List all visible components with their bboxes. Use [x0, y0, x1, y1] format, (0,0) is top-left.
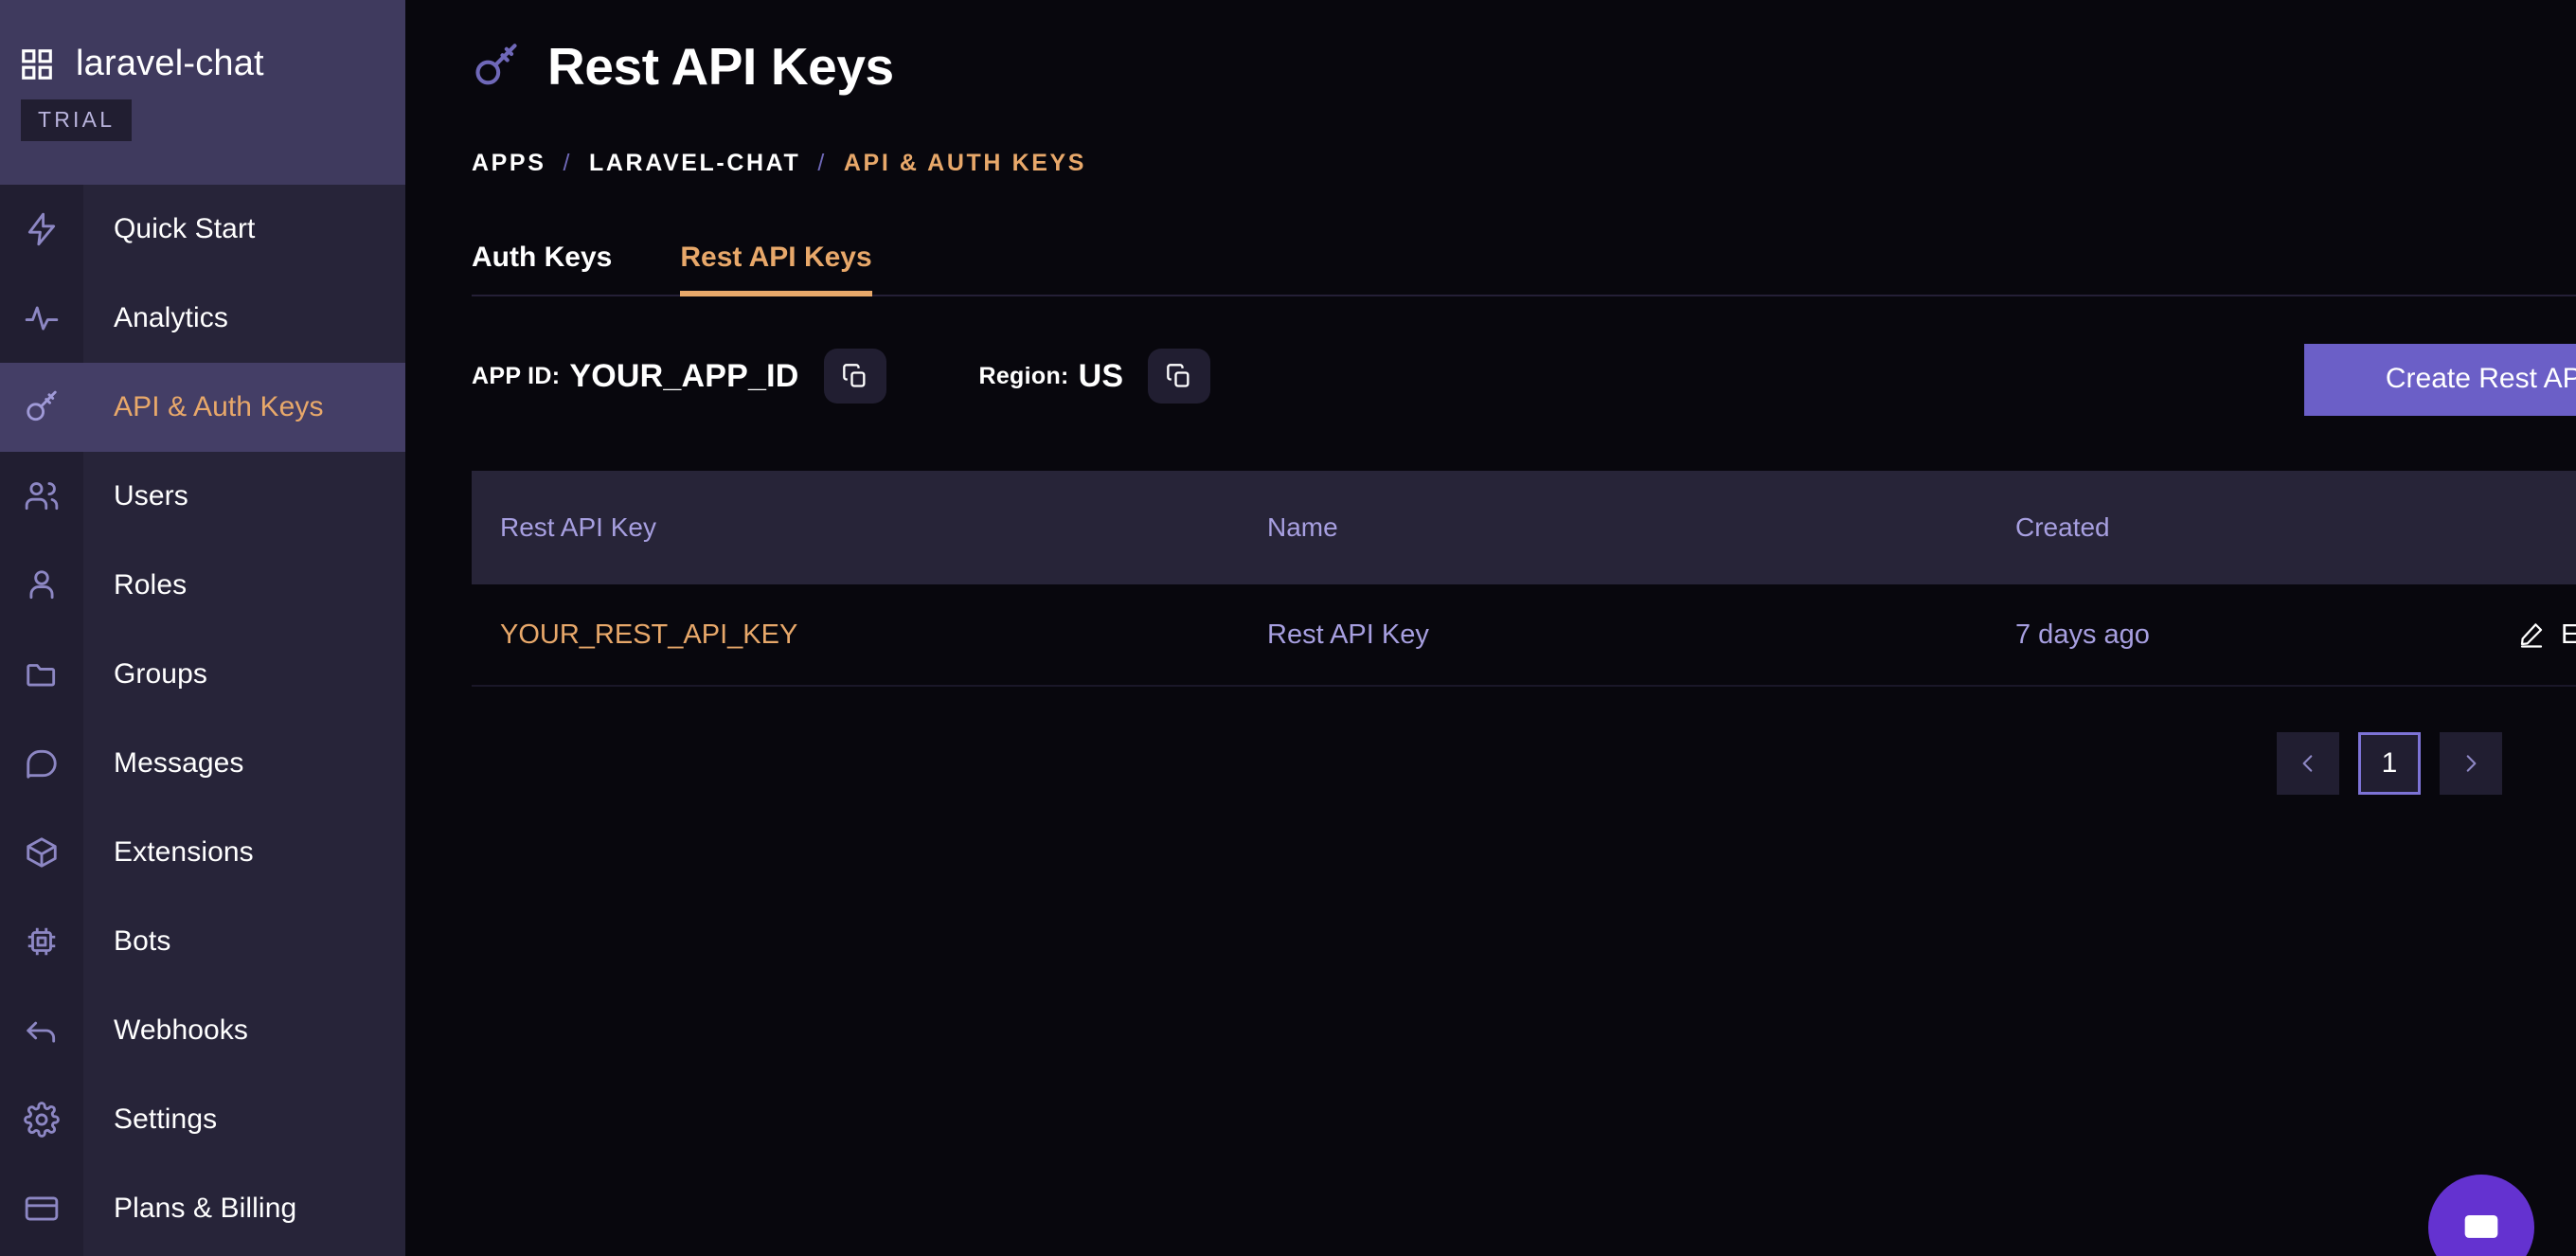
sidebar-item-label: Settings [114, 1103, 218, 1135]
sidebar-item-label: Bots [114, 925, 171, 957]
sidebar-item-api-auth-keys[interactable]: API & Auth Keys [0, 363, 405, 452]
cell-rest-api-key[interactable]: YOUR_REST_API_KEY [500, 619, 1267, 651]
table-row: YOUR_REST_API_KEY Rest API Key 7 days ag… [472, 584, 2576, 687]
brand-name: laravel-chat [76, 44, 264, 83]
cell-created: 7 days ago [2015, 619, 2150, 650]
sidebar-item-label: Quick Start [114, 213, 256, 244]
tab-auth-keys[interactable]: Auth Keys [472, 242, 612, 295]
key-icon [472, 42, 521, 91]
message-icon [0, 745, 83, 781]
tab-bar: Auth Keys Rest API Keys [472, 242, 2576, 296]
pagination-prev-button[interactable] [2277, 732, 2339, 795]
key-icon [0, 389, 83, 425]
sidebar: laravel-chat TRIAL Quick Start Analytics [0, 0, 405, 1256]
column-header-key: Rest API Key [500, 512, 656, 542]
breadcrumb-separator: / [563, 150, 573, 176]
sidebar-item-label: Webhooks [114, 1014, 248, 1046]
page-title: Rest API Keys [547, 37, 894, 96]
chat-bubble-icon [2457, 1203, 2506, 1252]
edit-label: Edit [2561, 619, 2576, 650]
pagination-next-button[interactable] [2440, 732, 2502, 795]
copy-app-id-button[interactable] [823, 349, 886, 404]
app-id-label: APP ID: [472, 362, 561, 389]
sidebar-brand[interactable]: laravel-chat TRIAL [0, 0, 405, 185]
gear-icon [0, 1102, 83, 1138]
users-icon [0, 478, 83, 514]
trial-badge: TRIAL [21, 99, 133, 141]
rest-api-keys-table: Rest API Key Name Created YOUR_REST_API_… [472, 471, 2576, 687]
breadcrumb-item-apps[interactable]: APPS [472, 150, 546, 177]
table-header: Rest API Key Name Created [472, 471, 2576, 584]
meta-row: APP ID: YOUR_APP_ID Region: US Create Re… [472, 344, 2576, 416]
sidebar-item-extensions[interactable]: Extensions [0, 808, 405, 897]
copy-icon [842, 363, 868, 389]
sidebar-item-label: Analytics [114, 302, 228, 333]
chat-widget-button[interactable] [2428, 1175, 2534, 1256]
app-id-value: YOUR_APP_ID [569, 357, 799, 394]
breadcrumb-item-current[interactable]: API & AUTH KEYS [844, 150, 1086, 177]
sidebar-item-label: API & Auth Keys [114, 391, 324, 422]
sidebar-item-quick-start[interactable]: Quick Start [0, 185, 405, 274]
sidebar-item-label: Extensions [114, 836, 254, 868]
sidebar-item-webhooks[interactable]: Webhooks [0, 986, 405, 1075]
sidebar-item-messages[interactable]: Messages [0, 719, 405, 808]
sidebar-item-plans-billing[interactable]: Plans & Billing [0, 1164, 405, 1253]
create-rest-api-key-button[interactable]: Create Rest API Key [2303, 344, 2576, 416]
sidebar-item-label: Messages [114, 747, 244, 779]
sidebar-item-analytics[interactable]: Analytics [0, 274, 405, 363]
arrow-back-icon [0, 1013, 83, 1049]
sidebar-item-label: Groups [114, 658, 207, 690]
sidebar-item-settings[interactable]: Settings [0, 1075, 405, 1164]
cell-name: Rest API Key [1267, 619, 1429, 650]
folder-icon [0, 656, 83, 692]
main-content: Rest API Keys APPS / LARAVEL-CHAT / API … [405, 0, 2576, 1256]
column-header-name: Name [1267, 512, 1338, 542]
app-id-group: APP ID: YOUR_APP_ID [472, 349, 886, 404]
pencil-icon [2517, 620, 2546, 649]
sidebar-item-roles[interactable]: Roles [0, 541, 405, 630]
activity-icon [0, 300, 83, 336]
pagination: 1 [472, 732, 2576, 795]
lightning-icon [0, 211, 83, 247]
column-header-created: Created [2015, 512, 2110, 542]
breadcrumb: APPS / LARAVEL-CHAT / API & AUTH KEYS [472, 150, 2576, 177]
sidebar-nav: Quick Start Analytics API & Auth Keys Us… [0, 185, 405, 1253]
copy-region-button[interactable] [1148, 349, 1211, 404]
edit-button[interactable]: Edit [2517, 619, 2576, 651]
sidebar-item-label: Roles [114, 569, 188, 601]
sidebar-item-bots[interactable]: Bots [0, 897, 405, 986]
pagination-page-1[interactable]: 1 [2358, 732, 2421, 795]
card-icon [0, 1191, 83, 1227]
tab-rest-api-keys[interactable]: Rest API Keys [680, 242, 872, 296]
breadcrumb-separator: / [817, 150, 827, 176]
grid-icon [19, 46, 55, 82]
app-root: laravel-chat TRIAL Quick Start Analytics [0, 0, 2576, 1256]
sidebar-item-label: Users [114, 480, 188, 511]
sidebar-item-label: Plans & Billing [114, 1193, 297, 1224]
sidebar-item-groups[interactable]: Groups [0, 630, 405, 719]
sidebar-item-users[interactable]: Users [0, 452, 405, 541]
page-title-row: Rest API Keys [472, 0, 2576, 97]
region-value: US [1078, 357, 1124, 394]
cell-actions: Edit Delete [2517, 619, 2576, 651]
chevron-left-icon [2296, 751, 2320, 776]
region-label: Region: [978, 362, 1069, 389]
copy-icon [1166, 363, 1192, 389]
user-icon [0, 567, 83, 603]
breadcrumb-item-app[interactable]: LARAVEL-CHAT [589, 150, 800, 177]
cpu-icon [0, 924, 83, 960]
box-icon [0, 834, 83, 870]
chevron-right-icon [2459, 751, 2483, 776]
region-group: Region: US [979, 349, 1211, 404]
